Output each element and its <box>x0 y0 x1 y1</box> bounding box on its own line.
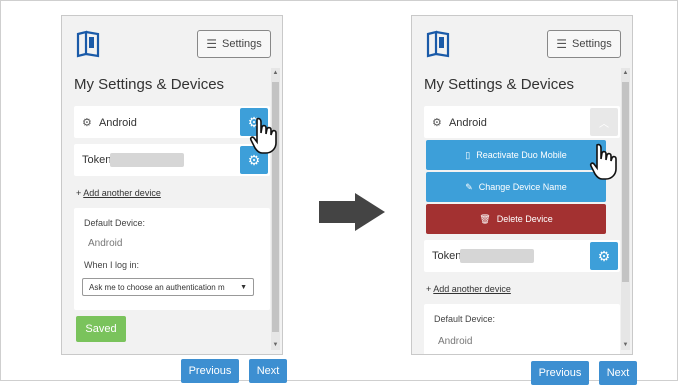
phone-icon: ▯ <box>465 149 471 160</box>
device-row-token: Token ⚙ <box>424 240 620 272</box>
pencil-icon: ✎ <box>465 181 473 192</box>
hand-pointer-icon <box>589 143 617 180</box>
hamburger-icon: ☰ <box>556 37 567 51</box>
login-method-select-value: Ask me to choose an authentication m <box>89 282 225 292</box>
default-device-value: Android <box>88 238 123 249</box>
login-method-select[interactable]: Ask me to choose an authentication m ▼ <box>82 278 254 296</box>
saved-button[interactable]: Saved <box>76 316 126 342</box>
token-redacted-field <box>110 153 184 167</box>
add-device-link-wrapper: + Add another device <box>426 284 511 294</box>
default-device-label: Default Device: <box>434 314 496 324</box>
default-device-section: Default Device: Android <box>424 304 620 354</box>
change-device-name-button[interactable]: ✎ Change Device Name <box>426 172 606 202</box>
chevron-down-icon: ▼ <box>240 283 247 291</box>
scrollbar[interactable]: ▲ ▼ <box>621 68 630 350</box>
collapse-device-button[interactable]: ︿ <box>590 108 618 136</box>
right-arrow-icon <box>319 193 385 231</box>
token-settings-button[interactable]: ⚙ <box>590 242 618 270</box>
page-title: My Settings & Devices <box>424 76 575 93</box>
hamburger-icon: ☰ <box>206 37 217 51</box>
device-name-android: Android <box>98 117 137 129</box>
duo-book-logo-icon <box>426 30 450 58</box>
scroll-down-icon[interactable]: ▼ <box>271 342 280 348</box>
settings-button-label: Settings <box>222 38 262 50</box>
settings-button[interactable]: ☰ Settings <box>547 30 621 58</box>
scroll-down-icon[interactable]: ▼ <box>621 342 630 348</box>
duo-book-logo-icon <box>76 30 100 58</box>
device-row-android-content: ⚙ Android <box>82 116 137 129</box>
scroll-up-icon[interactable]: ▲ <box>271 70 280 76</box>
trash-icon: 🗑 <box>479 213 491 224</box>
device-row-android-content: ⚙ Android <box>432 116 487 129</box>
delete-device-button[interactable]: 🗑 Delete Device <box>426 204 606 234</box>
device-name-token: Token <box>432 250 462 262</box>
add-device-link-wrapper: + Add another device <box>76 188 161 198</box>
device-row-android: ⚙ Android ︿ <box>424 106 620 138</box>
device-row-token: Token ⚙ <box>74 144 270 176</box>
android-icon: ⚙ <box>432 117 442 129</box>
default-device-section: Default Device: Android When I log in: A… <box>74 208 270 310</box>
tutorial-frame: ☰ Settings My Settings & Devices ▲ ▼ ⚙ A… <box>0 0 678 385</box>
reactivate-duo-mobile-button[interactable]: ▯ Reactivate Duo Mobile <box>426 140 606 170</box>
when-login-label: When I log in: <box>84 260 140 270</box>
next-button-left[interactable]: Next <box>249 359 287 383</box>
device-row-android: ⚙ Android ⚙ <box>74 106 270 138</box>
add-device-link[interactable]: Add another device <box>433 284 511 294</box>
delete-label: Delete Device <box>496 214 553 224</box>
chevron-up-icon: ︿ <box>599 118 609 130</box>
gear-icon: ⚙ <box>597 247 611 264</box>
scrollbar-thumb[interactable] <box>622 82 629 282</box>
add-device-link[interactable]: Add another device <box>83 188 161 198</box>
scroll-up-icon[interactable]: ▲ <box>621 70 630 76</box>
settings-button-label: Settings <box>572 38 612 50</box>
default-device-label: Default Device: <box>84 218 146 228</box>
page-title: My Settings & Devices <box>74 76 225 93</box>
next-button-right[interactable]: Next <box>599 361 637 385</box>
android-icon: ⚙ <box>82 117 92 129</box>
change-name-label: Change Device Name <box>478 182 567 192</box>
default-device-value: Android <box>438 336 473 347</box>
device-name-android: Android <box>448 117 487 129</box>
device-name-token: Token <box>82 154 112 166</box>
reactivate-label: Reactivate Duo Mobile <box>476 150 567 160</box>
settings-panel-before: ☰ Settings My Settings & Devices ▲ ▼ ⚙ A… <box>61 15 283 355</box>
hand-pointer-icon <box>249 117 277 154</box>
previous-button-left[interactable]: Previous <box>181 359 239 383</box>
token-redacted-field <box>460 249 534 263</box>
previous-button-right[interactable]: Previous <box>531 361 589 385</box>
settings-panel-after: ☰ Settings My Settings & Devices ▲ ▼ ⚙ A… <box>411 15 633 355</box>
scrollbar[interactable]: ▲ ▼ <box>271 68 280 350</box>
settings-button[interactable]: ☰ Settings <box>197 30 271 58</box>
